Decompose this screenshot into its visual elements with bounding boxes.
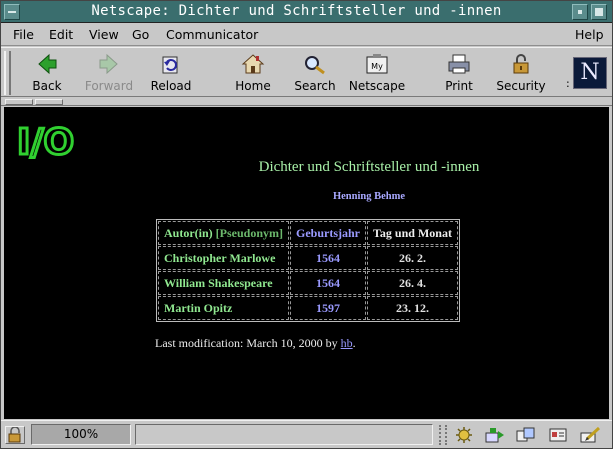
birth-year: 1597 [290,296,367,320]
navigator-status-icon[interactable] [453,425,475,445]
reload-icon [162,56,178,74]
window-title: Netscape: Dichter und Schriftsteller und… [91,3,502,19]
search-button[interactable]: Search [283,50,347,96]
toolbar-grip[interactable] [4,51,11,95]
page-content: I/O Dichter und Schriftsteller und -inne… [4,107,609,419]
menu-go[interactable]: Go [132,27,149,42]
io-logo-text: I/O [17,122,74,161]
day-month: 26. 2. [367,246,458,270]
navigation-toolbar: Back Forward Reload Home Search My Netsc… [1,47,612,97]
newsgroups-status-icon[interactable] [515,425,537,445]
header-pseudonym-label: [Pseudonym] [215,225,284,240]
table-row: Christopher Marlowe 1564 26. 2. [158,246,458,270]
collapsed-location-bar [1,98,612,106]
menu-edit[interactable]: Edit [49,27,73,42]
header-author: Autor(in) [Pseudonym] [158,221,290,245]
menu-bar: File Edit View Go Communicator Help [1,23,612,46]
composer-status-icon[interactable] [579,425,601,445]
back-label: Back [32,79,62,93]
back-button[interactable]: Back [15,50,79,96]
print-label: Print [445,79,473,93]
mail-status-icon[interactable] [484,425,506,445]
my-netscape-icon: My [366,54,388,74]
page-author: Henning Behme [332,191,406,202]
throbber-separator: : [566,77,570,90]
status-message [135,424,433,445]
day-month: 26. 4. [367,271,458,295]
author-name: William Shakespeare [158,271,290,295]
modification-text: Last modification: March 10, 2000 by [155,336,338,350]
header-author-label: Autor(in) [164,225,213,240]
netscape-logo-throbber[interactable]: N [573,57,607,89]
address-book-status-icon[interactable] [547,425,569,445]
window-menu-button[interactable] [4,4,20,20]
print-icon [448,54,470,74]
authors-table: Autor(in) [Pseudonym] Geburtsjahr Tag un… [156,219,460,322]
status-bar: 100% [1,420,612,448]
reload-label: Reload [150,79,192,93]
search-label: Search [294,79,336,93]
forward-button[interactable]: Forward [77,50,141,96]
header-day-month: Tag und Monat [367,221,458,245]
maximize-button[interactable] [591,4,607,20]
table-row: Martin Opitz 1597 23. 12. [158,296,458,320]
security-button[interactable]: Security [489,50,553,96]
my-netscape-button[interactable]: My Netscape [345,50,409,96]
page-title: Dichter und Schriftsteller und -innen [258,159,480,175]
table-header-row: Autor(in) [Pseudonym] Geburtsjahr Tag un… [158,221,458,245]
birth-year: 1564 [290,271,367,295]
menu-communicator[interactable]: Communicator [166,27,258,42]
netscape-n-icon: N [580,60,600,85]
last-modification: Last modification: March 10, 2000 by hb. [155,336,356,351]
forward-arrow-icon [99,53,118,75]
security-lock-icon [513,54,529,74]
security-status-button[interactable] [5,426,25,444]
menu-help[interactable]: Help [575,27,604,42]
svg-text:My: My [371,62,383,71]
security-label: Security [496,79,546,93]
author-link[interactable]: hb [341,336,353,350]
collapsed-toolbar-tab-2[interactable] [35,99,63,105]
header-birth-year: Geburtsjahr [290,221,367,245]
io-logo: I/O [16,121,76,161]
collapsed-toolbar-tab-1[interactable] [5,99,33,105]
status-lock-icon [8,426,21,443]
day-month: 23. 12. [367,296,458,320]
minimize-button[interactable] [572,4,588,20]
print-button[interactable]: Print [427,50,491,96]
menu-view[interactable]: View [89,27,119,42]
modification-period: . [352,336,356,350]
home-icon [241,54,265,74]
my-netscape-label: Netscape [348,79,406,93]
reload-button[interactable]: Reload [139,50,203,96]
component-bar-grip[interactable] [439,425,447,445]
author-name: Christopher Marlowe [158,246,290,270]
table-row: William Shakespeare 1564 26. 4. [158,271,458,295]
home-label: Home [235,79,271,93]
author-name: Martin Opitz [158,296,290,320]
netscape-window: Netscape: Dichter und Schriftsteller und… [0,0,613,449]
birth-year: 1564 [290,246,367,270]
search-icon [305,56,325,75]
zoom-level: 100% [31,424,131,445]
forward-label: Forward [84,79,134,93]
home-button[interactable]: Home [221,50,285,96]
title-bar[interactable]: Netscape: Dichter und Schriftsteller und… [1,1,612,23]
menu-file[interactable]: File [13,27,34,42]
back-arrow-icon [38,53,57,75]
